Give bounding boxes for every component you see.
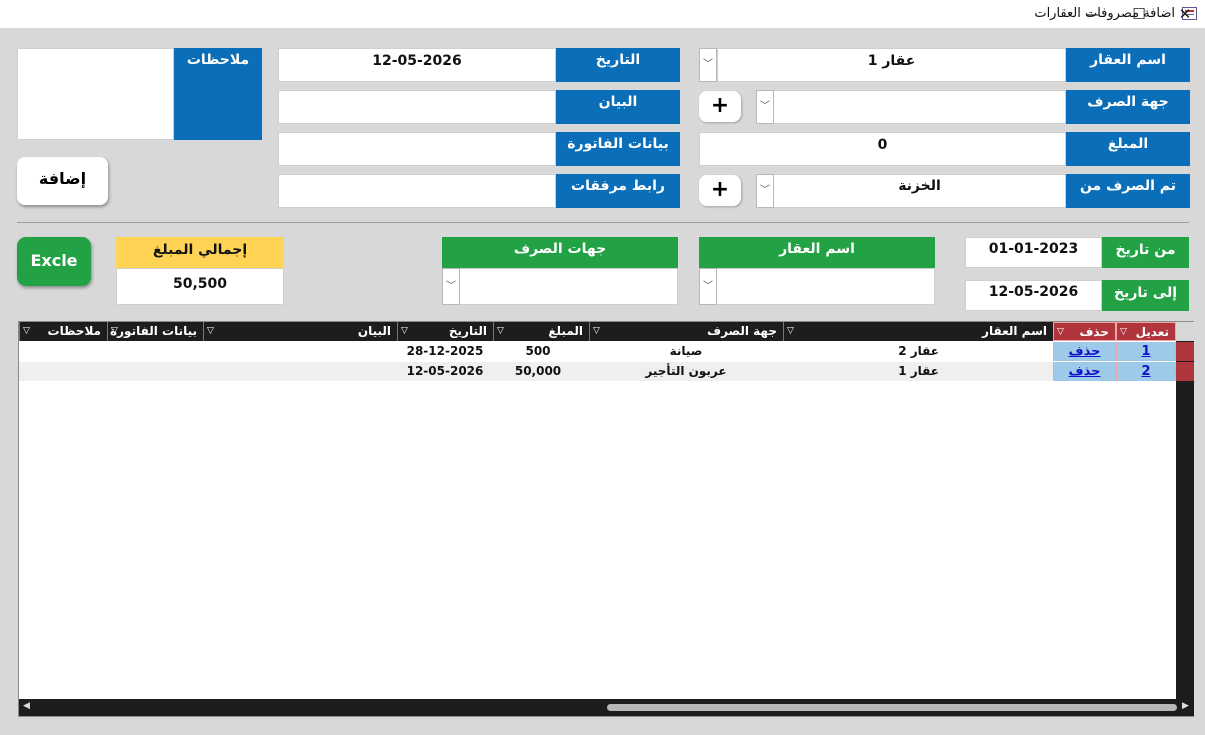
delete-link[interactable]: حذف bbox=[1053, 362, 1116, 381]
divider bbox=[17, 222, 1189, 223]
add-button[interactable]: إضافة bbox=[17, 157, 108, 205]
filter-expense-parties-combo[interactable] bbox=[459, 268, 678, 305]
statement-input[interactable] bbox=[278, 90, 556, 124]
scroll-thumb[interactable] bbox=[607, 704, 1177, 711]
minimize-button[interactable]: — bbox=[1070, 0, 1116, 28]
row-selector[interactable] bbox=[1176, 362, 1194, 381]
total-amount-label: إجمالي المبلغ bbox=[116, 237, 284, 268]
table-row[interactable]: 12-05-2026 50,000 عربون التأجير عقار 1 ح… bbox=[19, 362, 1176, 381]
to-date-label: إلى تاريخ bbox=[1102, 280, 1189, 311]
cell-date: 12-05-2026 bbox=[406, 364, 484, 378]
expense-party-dropdown-arrow[interactable]: ﹀ bbox=[756, 90, 774, 124]
expenses-grid[interactable]: ملاحظات ▽ بيانات الفاتورة ▽ البيان ▽ التاري… bbox=[18, 321, 1194, 717]
paid-from-dropdown-arrow[interactable]: ﹀ bbox=[756, 174, 774, 208]
header-expense-party[interactable]: جهة الصرف ▽ bbox=[589, 322, 783, 341]
scroll-right-icon[interactable]: ▶ bbox=[1182, 701, 1189, 711]
header-notes[interactable]: ملاحظات ▽ bbox=[19, 322, 107, 341]
invoice-data-input[interactable] bbox=[278, 132, 556, 166]
notes-input[interactable] bbox=[17, 48, 174, 140]
filter-property-dropdown-arrow[interactable]: ﹀ bbox=[699, 268, 717, 305]
paid-from-combo[interactable]: الخزنة bbox=[773, 174, 1066, 208]
amount-input[interactable]: 0 bbox=[699, 132, 1066, 166]
cell-property: عقار 2 bbox=[898, 344, 939, 358]
header-amount[interactable]: المبلغ ▽ bbox=[493, 322, 589, 341]
property-name-dropdown-arrow[interactable]: ﹀ bbox=[699, 48, 717, 82]
cell-amount: 500 bbox=[525, 344, 551, 358]
edit-link[interactable]: 1 bbox=[1116, 342, 1176, 361]
cell-expense-party: صيانة bbox=[669, 344, 703, 358]
to-date-input[interactable]: 12-05-2026 bbox=[965, 280, 1102, 311]
select-all-corner[interactable] bbox=[1176, 322, 1194, 341]
grid-header: ملاحظات ▽ بيانات الفاتورة ▽ البيان ▽ التاري… bbox=[19, 322, 1176, 341]
property-name-combo[interactable]: عقار 1 bbox=[717, 48, 1066, 82]
cell-amount: 50,000 bbox=[514, 364, 562, 378]
row-selector[interactable] bbox=[1176, 342, 1194, 361]
maximize-button[interactable]: ☐ bbox=[1116, 0, 1162, 28]
paid-from-label: تم الصرف من bbox=[1066, 174, 1190, 208]
add-paid-from-button[interactable]: + bbox=[699, 175, 741, 206]
filter-expense-parties-dropdown-arrow[interactable]: ﹀ bbox=[442, 268, 460, 305]
filter-property-combo[interactable] bbox=[716, 268, 935, 305]
filter-expense-parties-label: جهات الصرف bbox=[442, 237, 678, 268]
title-bar: اضافة مصروفات العقارات — ☐ ✕ bbox=[0, 0, 1205, 28]
invoice-data-label: بيانات الفاتورة bbox=[556, 132, 680, 166]
vertical-scrollbar[interactable] bbox=[1176, 322, 1194, 700]
amount-label: المبلغ bbox=[1066, 132, 1190, 166]
header-invoice[interactable]: بيانات الفاتورة ▽ bbox=[107, 322, 203, 341]
header-property[interactable]: اسم العقار ▽ bbox=[783, 322, 1053, 341]
attachments-link-label: رابط مرفقات bbox=[556, 174, 680, 208]
expense-party-label: جهة الصرف bbox=[1066, 90, 1190, 124]
horizontal-scrollbar[interactable]: ◀ ▶ bbox=[19, 699, 1194, 716]
total-amount-value: 50,500 bbox=[116, 268, 284, 305]
table-row[interactable]: 28-12-2025 500 صيانة عقار 2 حذف 1 bbox=[19, 342, 1176, 361]
cell-expense-party: عربون التأجير bbox=[645, 364, 727, 378]
excel-export-button[interactable]: Excle bbox=[17, 237, 91, 286]
from-date-label: من تاريخ bbox=[1102, 237, 1189, 268]
cell-property: عقار 1 bbox=[898, 364, 939, 378]
cell-date: 28-12-2025 bbox=[406, 344, 484, 358]
from-date-input[interactable]: 01-01-2023 bbox=[965, 237, 1102, 268]
close-button[interactable]: ✕ bbox=[1162, 0, 1205, 28]
date-label: التاريخ bbox=[556, 48, 680, 82]
header-statement[interactable]: البيان ▽ bbox=[203, 322, 397, 341]
date-input[interactable]: 12-05-2026 bbox=[278, 48, 556, 82]
add-expense-party-button[interactable]: + bbox=[699, 91, 741, 122]
statement-label: البيان bbox=[556, 90, 680, 124]
notes-label: ملاحظات bbox=[174, 48, 262, 140]
expense-party-combo[interactable] bbox=[773, 90, 1066, 124]
header-delete[interactable]: حذف ▽ bbox=[1053, 322, 1116, 341]
scroll-left-icon[interactable]: ◀ bbox=[23, 701, 30, 711]
attachments-link-input[interactable] bbox=[278, 174, 556, 208]
property-name-label: اسم العقار bbox=[1066, 48, 1190, 82]
delete-link[interactable]: حذف bbox=[1053, 342, 1116, 361]
edit-link[interactable]: 2 bbox=[1116, 362, 1176, 381]
header-edit[interactable]: تعديل ▽ bbox=[1116, 322, 1176, 341]
filter-property-label: اسم العقار bbox=[699, 237, 935, 268]
header-date[interactable]: التاريخ ▽ bbox=[397, 322, 493, 341]
